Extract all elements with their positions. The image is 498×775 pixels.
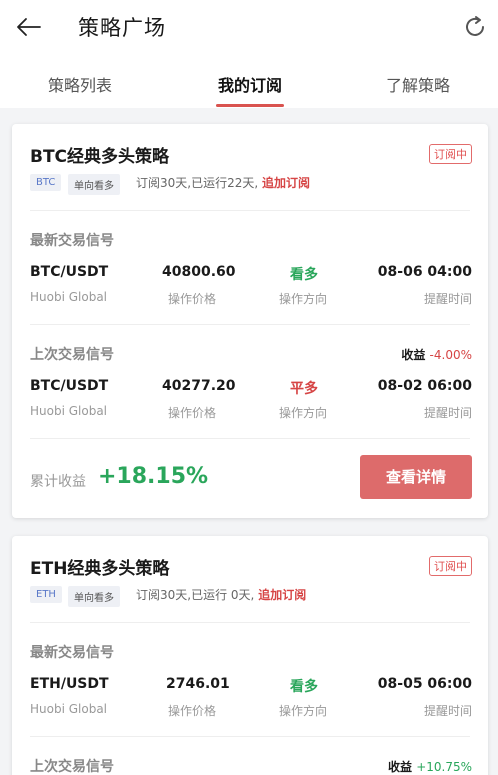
operation-price: 40800.60 xyxy=(162,264,236,280)
subscription-meta: 订阅30天,已运行22天, 追加订阅 xyxy=(136,174,310,191)
tab-strategy-list[interactable]: 策略列表 xyxy=(48,72,112,96)
add-subscription-link[interactable]: 追加订阅 xyxy=(258,588,306,602)
operation-price: 2746.01 xyxy=(166,676,230,692)
operation-price-label: 操作价格 xyxy=(168,406,217,420)
status-badge: 订阅中 xyxy=(429,144,472,164)
status-badge: 订阅中 xyxy=(429,556,472,576)
cumulative-profit-label: 累计收益 xyxy=(30,474,86,490)
direction-tag: 单向看多 xyxy=(68,174,120,195)
subscription-meta: 订阅30天,已运行 0天, 追加订阅 xyxy=(136,586,306,603)
previous-profit: 收益 -4.00% xyxy=(401,346,472,363)
coin-tag: BTC xyxy=(30,174,62,191)
alert-time: 08-02 06:00 xyxy=(377,378,472,394)
subscription-info: 订阅30天,已运行 0天, xyxy=(136,588,255,602)
tab-my-subscriptions[interactable]: 我的订阅 xyxy=(218,72,282,96)
divider xyxy=(30,438,470,439)
operation-direction: 看多 xyxy=(290,267,318,283)
operation-price: 40277.20 xyxy=(162,378,236,394)
alert-time: 08-06 04:00 xyxy=(377,264,472,280)
active-tab-indicator xyxy=(216,104,284,107)
exchange-name: Huobi Global xyxy=(30,290,108,304)
alert-time-label: 提醒时间 xyxy=(423,292,472,306)
coin-tag: ETH xyxy=(30,586,62,603)
operation-direction: 看多 xyxy=(290,679,318,695)
divider xyxy=(30,622,470,623)
trade-pair: BTC/USDT xyxy=(30,378,109,394)
view-details-button[interactable]: 查看详情 xyxy=(360,455,472,499)
refresh-icon[interactable] xyxy=(462,14,488,40)
previous-profit: 收益 +10.75% xyxy=(388,758,472,775)
strategy-card: ETH经典多头策略 订阅中 ETH 单向看多 订阅30天,已运行 0天, 追加订… xyxy=(12,536,488,775)
operation-direction-label: 操作方向 xyxy=(279,406,328,420)
profit-value: -4.00% xyxy=(429,348,472,362)
page-title: 策略广场 xyxy=(78,16,166,40)
operation-direction: 平多 xyxy=(290,381,318,397)
divider xyxy=(30,736,470,737)
latest-signal-title: 最新交易信号 xyxy=(30,645,114,661)
alert-time: 08-05 06:00 xyxy=(377,676,472,692)
previous-signal-title: 上次交易信号 xyxy=(30,347,114,363)
operation-direction-label: 操作方向 xyxy=(279,704,328,718)
profit-label: 收益 xyxy=(401,348,426,362)
previous-signal-title: 上次交易信号 xyxy=(30,759,114,775)
subscription-info: 订阅30天,已运行22天, xyxy=(136,176,259,190)
exchange-name: Huobi Global xyxy=(30,702,108,716)
tab-bar: 策略列表 我的订阅 了解策略 xyxy=(0,56,498,108)
alert-time-label: 提醒时间 xyxy=(423,406,472,420)
back-arrow-icon[interactable] xyxy=(14,12,44,42)
divider xyxy=(30,324,470,325)
trade-pair: BTC/USDT xyxy=(30,264,109,280)
direction-tag: 单向看多 xyxy=(68,586,120,607)
divider xyxy=(30,210,470,211)
trade-pair: ETH/USDT xyxy=(30,676,109,692)
strategy-name: BTC经典多头策略 xyxy=(30,147,170,167)
top-bar: 策略广场 xyxy=(0,0,498,56)
strategy-card: BTC经典多头策略 订阅中 BTC 单向看多 订阅30天,已运行22天, 追加订… xyxy=(12,124,488,518)
add-subscription-link[interactable]: 追加订阅 xyxy=(262,176,310,190)
cumulative-profit-value: +18.15% xyxy=(98,464,209,489)
profit-label: 收益 xyxy=(387,760,412,774)
operation-direction-label: 操作方向 xyxy=(279,292,328,306)
strategy-name: ETH经典多头策略 xyxy=(30,559,170,579)
operation-price-label: 操作价格 xyxy=(168,704,217,718)
operation-price-label: 操作价格 xyxy=(168,292,217,306)
latest-signal-title: 最新交易信号 xyxy=(30,233,114,249)
exchange-name: Huobi Global xyxy=(30,404,108,418)
tab-learn-strategy[interactable]: 了解策略 xyxy=(386,72,450,96)
alert-time-label: 提醒时间 xyxy=(423,704,472,718)
profit-value: +10.75% xyxy=(416,760,472,774)
